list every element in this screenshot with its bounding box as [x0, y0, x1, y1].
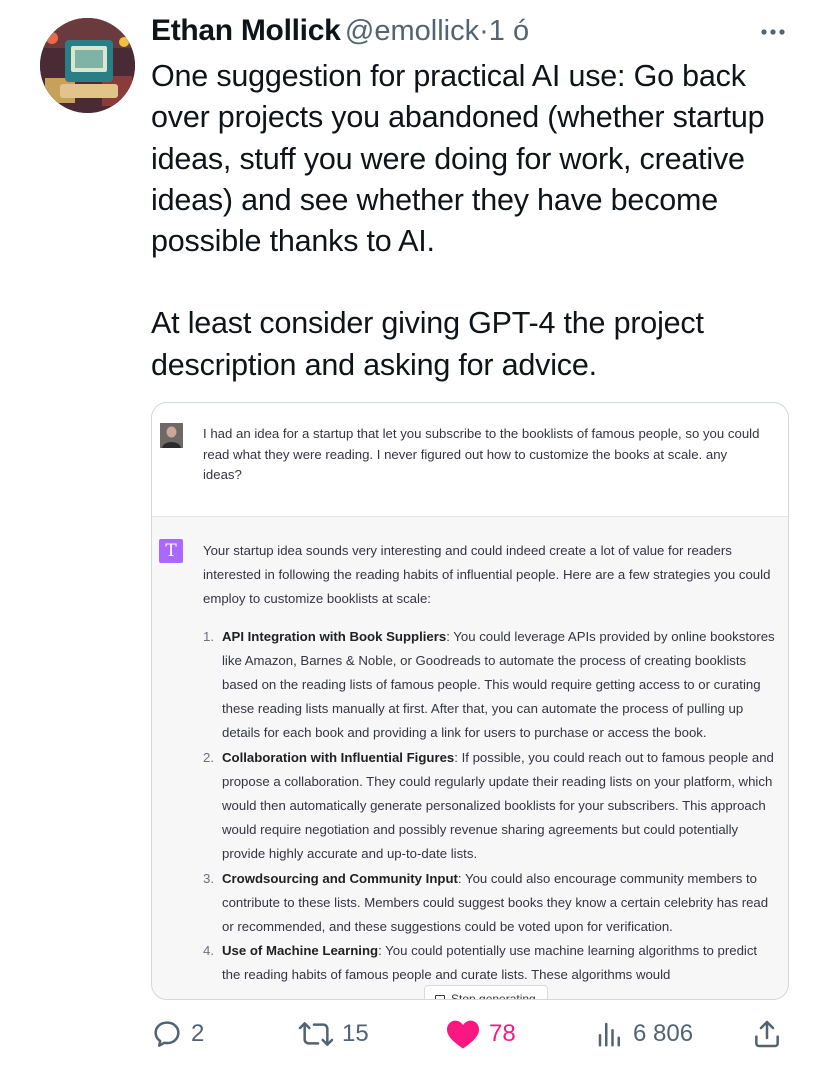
list-item-title: Crowdsourcing and Community Input — [222, 870, 458, 886]
tweet-paragraph: One suggestion for practical AI use: Go … — [151, 59, 765, 259]
assistant-intro: Your startup idea sounds very interestin… — [203, 543, 771, 607]
share-button[interactable] — [751, 1010, 783, 1058]
list-item: 3. Crowdsourcing and Community Input: You… — [203, 867, 778, 940]
list-number: 4. — [203, 943, 214, 959]
list-item-text: : If possible, you could reach out to fa… — [222, 749, 774, 862]
tweet-media-image[interactable]: I had an idea for a startup that let you… — [151, 402, 789, 1000]
list-number: 2. — [203, 749, 214, 765]
like-button[interactable]: 78 — [445, 1010, 516, 1058]
repost-button[interactable]: 15 — [298, 1010, 369, 1058]
assistant-avatar: T — [159, 539, 183, 563]
list-number: 3. — [203, 870, 214, 886]
author-handle[interactable]: @emollick — [345, 15, 479, 47]
author-name[interactable]: Ethan Mollick — [151, 14, 341, 47]
share-icon — [755, 1020, 779, 1048]
user-message-text: I had an idea for a startup that let you… — [203, 426, 760, 482]
list-item-title: Use of Machine Learning — [222, 943, 379, 959]
views-icon — [598, 1022, 620, 1047]
stop-generating-label: Stop generating — [451, 992, 536, 1000]
stop-icon — [435, 995, 445, 999]
list-item-text: : You could leverage APIs provided by on… — [222, 628, 775, 741]
tweet-header: Ethan Mollick @emollick·1 ó — [151, 14, 791, 54]
repost-icon — [298, 1022, 334, 1046]
views-count: 6 806 — [633, 1020, 694, 1047]
tweet-age[interactable]: 1 ó — [489, 15, 529, 47]
like-count: 78 — [489, 1020, 516, 1047]
tweet-text: One suggestion for practical AI use: Go … — [151, 56, 801, 386]
stop-generating-button[interactable]: Stop generating — [424, 985, 548, 1000]
list-number: 1. — [203, 628, 214, 644]
assistant-message: Your startup idea sounds very interestin… — [203, 539, 778, 988]
tweet-actions: 2 15 78 6 806 — [0, 1010, 828, 1058]
views-button[interactable]: 6 806 — [595, 1010, 693, 1058]
author-avatar[interactable] — [40, 18, 135, 113]
repost-count: 15 — [342, 1020, 369, 1047]
assistant-list: 1. API Integration with Book Suppliers: Y… — [203, 625, 778, 988]
list-item: 4. Use of Machine Learning: You could pot… — [203, 939, 778, 987]
user-message: I had an idea for a startup that let you… — [152, 403, 788, 517]
list-item: 2. Collaboration with Influential Figures… — [203, 746, 778, 867]
separator-dot: · — [479, 15, 489, 47]
user-avatar — [160, 423, 183, 448]
tweet-paragraph: At least consider giving GPT-4 the proje… — [151, 306, 704, 382]
reply-count: 2 — [191, 1020, 205, 1047]
like-icon — [447, 1020, 479, 1049]
list-item-title: Collaboration with Influential Figures — [222, 749, 455, 765]
reply-icon — [154, 1021, 180, 1047]
more-icon[interactable] — [755, 16, 791, 46]
list-item: 1. API Integration with Book Suppliers: Y… — [203, 625, 778, 746]
list-item-title: API Integration with Book Suppliers — [222, 628, 447, 644]
reply-button[interactable]: 2 — [151, 1010, 204, 1058]
